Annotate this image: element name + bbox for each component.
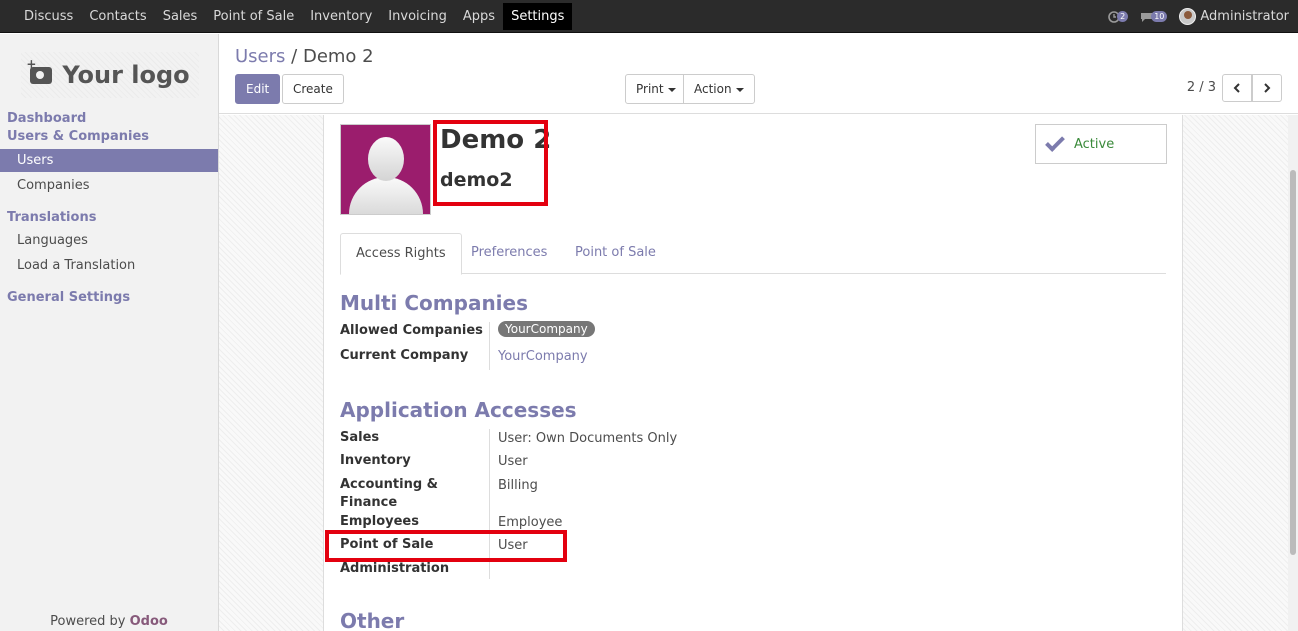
highlight-box-name (433, 120, 548, 206)
powered-by: Powered by Odoo (0, 614, 218, 629)
label-inventory: Inventory (340, 453, 411, 468)
field-accounting-finance[interactable]: Billing (498, 478, 538, 493)
top-navbar: Discuss Contacts Sales Point of Sale Inv… (0, 0, 1298, 33)
section-multi-companies: Multi Companies (340, 291, 529, 315)
breadcrumb-users[interactable]: Users (235, 46, 285, 67)
activity-badge: 2 (1117, 11, 1129, 22)
camera-icon (26, 57, 53, 84)
tab-access-rights[interactable]: Access Rights (340, 233, 462, 275)
form-sheet: Demo 2 demo2 Active Access Rights Prefer… (323, 115, 1183, 631)
pager-value[interactable]: 2 / 3 (1187, 80, 1216, 95)
field-divider (489, 322, 490, 370)
breadcrumb: Users / Demo 2 (235, 46, 374, 67)
field-sales[interactable]: User: Own Documents Only (498, 431, 677, 446)
user-name: Administrator (1200, 9, 1289, 24)
highlight-box-point-of-sale (325, 530, 567, 562)
label-administration: Administration (340, 561, 450, 576)
check-icon (1045, 132, 1065, 152)
avatar (1179, 8, 1197, 25)
menu-settings[interactable]: Settings (503, 3, 573, 30)
menu-contacts[interactable]: Contacts (81, 0, 154, 33)
menu-apps[interactable]: Apps (455, 0, 503, 33)
sidebar-item-dashboard[interactable]: Dashboard (7, 111, 86, 126)
pager-next-button[interactable] (1252, 74, 1282, 102)
edit-button[interactable]: Edit (235, 74, 281, 104)
avatar-head-shape (368, 137, 404, 181)
field-employees[interactable]: Employee (498, 515, 562, 530)
menu-invoicing[interactable]: Invoicing (380, 0, 455, 33)
label-sales: Sales (340, 430, 380, 445)
tab-preferences[interactable]: Preferences (456, 233, 562, 274)
scrollbar[interactable] (1288, 115, 1298, 631)
sidebar-item-languages[interactable]: Languages (0, 229, 218, 252)
menu-sales[interactable]: Sales (155, 0, 206, 33)
scrollbar-thumb[interactable] (1290, 170, 1296, 555)
sidebar-section-translations[interactable]: Translations (7, 210, 96, 225)
sidebar: Your logo Dashboard Users & Companies Us… (0, 34, 219, 631)
messages-badge: 10 (1151, 11, 1168, 22)
label-employees: Employees (340, 514, 419, 529)
sidebar-section-users-companies[interactable]: Users & Companies (7, 129, 149, 144)
user-menu[interactable]: Administrator (1179, 8, 1289, 25)
sidebar-item-load-translation[interactable]: Load a Translation (0, 254, 218, 277)
action-button[interactable]: Action (683, 74, 755, 104)
app-menu: Discuss Contacts Sales Point of Sale Inv… (16, 0, 573, 33)
caret-down-icon (735, 87, 744, 92)
breadcrumb-separator: / (291, 46, 298, 67)
control-panel: Users / Demo 2 Edit Create Print Action … (219, 34, 1298, 114)
activity-button[interactable]: 2 (1108, 10, 1129, 23)
company-tag[interactable]: YourCompany (498, 321, 595, 337)
pager-previous-button[interactable] (1222, 74, 1252, 102)
breadcrumb-current: Demo 2 (302, 46, 374, 67)
label-accounting-finance: Accounting & Finance (340, 477, 439, 510)
avatar-body-shape (349, 177, 423, 214)
powered-by-text: Powered by (50, 614, 126, 629)
sidebar-item-companies[interactable]: Companies (0, 174, 218, 197)
company-logo: Your logo (21, 52, 199, 98)
tab-point-of-sale[interactable]: Point of Sale (560, 233, 671, 274)
caret-down-icon (667, 87, 676, 92)
notebook-tabs: Access Rights Preferences Point of Sale (340, 233, 1166, 275)
section-application-accesses: Application Accesses (340, 398, 577, 422)
logo-text: Your logo (62, 61, 190, 89)
action-label: Action (694, 82, 732, 96)
menu-discuss[interactable]: Discuss (16, 0, 81, 33)
user-avatar-image[interactable] (340, 124, 431, 215)
sidebar-item-users[interactable]: Users (0, 149, 218, 172)
systray: 2 10 Administrator (1096, 0, 1289, 33)
field-inventory[interactable]: User (498, 454, 528, 469)
form-view: Demo 2 demo2 Active Access Rights Prefer… (219, 115, 1288, 631)
print-button[interactable]: Print (625, 74, 687, 104)
field-allowed-companies[interactable]: YourCompany (498, 321, 595, 337)
sidebar-item-general-settings[interactable]: General Settings (7, 290, 130, 305)
field-current-company[interactable]: YourCompany (498, 349, 588, 364)
chevron-right-icon (1264, 83, 1271, 93)
menu-point-of-sale[interactable]: Point of Sale (205, 0, 302, 33)
label-allowed-companies: Allowed Companies (340, 323, 483, 338)
section-other: Other (340, 609, 405, 631)
menu-inventory[interactable]: Inventory (302, 0, 380, 33)
odoo-link[interactable]: Odoo (130, 614, 168, 629)
create-button[interactable]: Create (282, 74, 344, 104)
active-label: Active (1074, 136, 1115, 152)
print-label: Print (636, 82, 664, 96)
label-current-company: Current Company (340, 348, 469, 363)
messages-button[interactable]: 10 (1140, 11, 1168, 23)
active-toggle-button[interactable]: Active (1035, 124, 1167, 164)
chevron-left-icon (1233, 83, 1240, 93)
